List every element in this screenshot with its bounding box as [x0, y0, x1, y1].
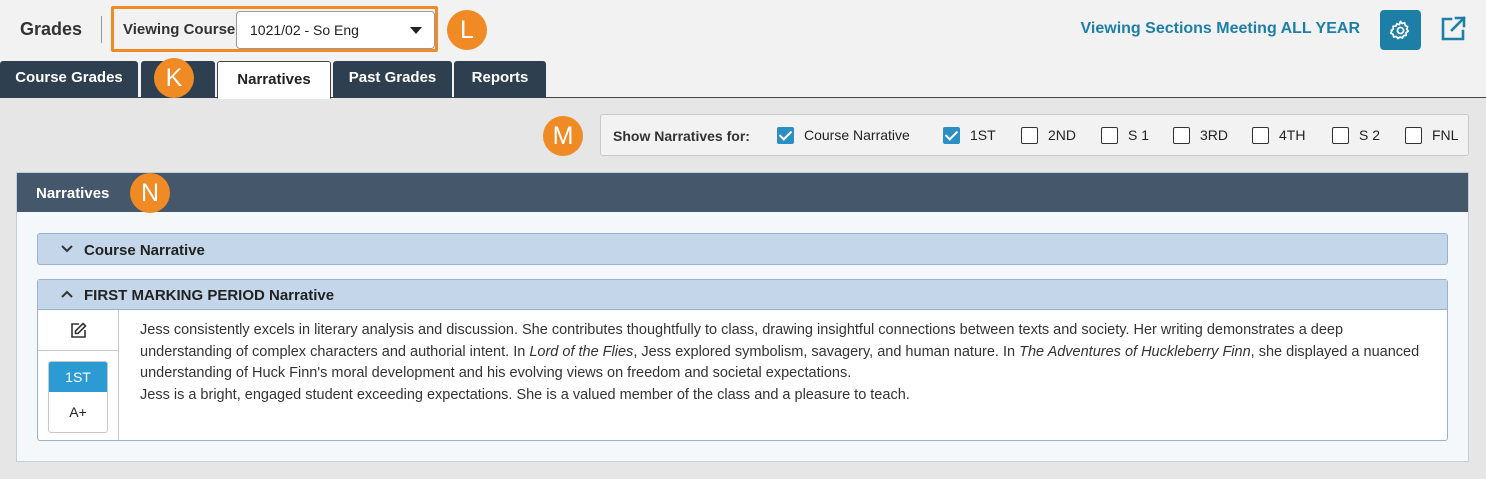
course-narrative-accordion[interactable]: Course Narrative — [37, 233, 1448, 265]
viewing-sections-link[interactable]: Viewing Sections Meeting ALL YEAR — [1081, 20, 1360, 38]
edit-icon[interactable] — [70, 322, 87, 339]
settings-button[interactable] — [1380, 10, 1421, 50]
grade-card: 1ST A+ — [48, 361, 108, 433]
checkbox-label-course-narrative: Course Narrative — [804, 127, 910, 143]
narrative-segment: Jess is a bright, engaged student exceed… — [140, 386, 910, 403]
callout-badge-n: N — [130, 173, 170, 213]
callout-badge-l: L — [447, 10, 487, 50]
narratives-panel-title: Narratives — [36, 185, 110, 202]
chevron-up-icon — [61, 290, 73, 298]
course-narrative-title: Course Narrative — [84, 242, 205, 259]
checkbox-label-fnl: FNL — [1432, 127, 1459, 143]
checkbox-course-narrative[interactable] — [777, 127, 794, 144]
tab-reports[interactable]: Reports — [454, 61, 546, 98]
checkbox-4th[interactable] — [1252, 127, 1269, 144]
course-select[interactable]: 1021/02 - So Eng — [236, 11, 435, 49]
checkbox-label-2nd: 2ND — [1048, 127, 1077, 143]
page-title: Grades — [20, 19, 83, 39]
tab-past-grades[interactable]: Past Grades — [333, 61, 452, 98]
callout-badge-k: K — [154, 58, 194, 98]
callout-badge-m: M — [543, 116, 583, 156]
marking-period-title: FIRST MARKING PERIOD Narrative — [84, 287, 335, 304]
book-title: Lord of the Flies — [529, 343, 634, 360]
viewing-course-label: Viewing Course — [123, 21, 236, 38]
viewing-course-highlight: Viewing Course 1021/02 - So Eng — [111, 6, 438, 52]
narrative-filter: Show Narratives for: Course Narrative 1S… — [600, 114, 1469, 156]
checkbox-s2[interactable] — [1332, 127, 1349, 144]
header-divider — [101, 16, 102, 43]
checkbox-label-4th: 4TH — [1279, 127, 1306, 143]
grade-term-badge: 1ST — [49, 362, 107, 392]
chevron-down-icon — [410, 27, 422, 34]
checkbox-fnl[interactable] — [1405, 127, 1422, 144]
tab-course-grades[interactable]: Course Grades — [0, 61, 138, 98]
narrative-text: Jess consistently excels in literary ana… — [140, 320, 1435, 406]
checkbox-1st[interactable] — [943, 127, 960, 144]
book-title: The Adventures of Huckleberry Finn — [1019, 343, 1251, 360]
grade-value: A+ — [69, 404, 87, 420]
sidebar-divider — [38, 350, 119, 351]
marking-period-header[interactable]: FIRST MARKING PERIOD Narrative — [38, 280, 1447, 310]
checkbox-label-1st: 1ST — [970, 127, 996, 143]
chevron-down-icon — [61, 245, 73, 253]
narrative-segment: , Jess explored symbolism, savagery, and… — [633, 343, 1020, 360]
pop-out-icon[interactable] — [1439, 15, 1467, 43]
checkbox-2nd[interactable] — [1021, 127, 1038, 144]
top-bar: Grades Viewing Course 1021/02 - So Eng L… — [0, 0, 1486, 60]
checkbox-3rd[interactable] — [1173, 127, 1190, 144]
grade-sidebar: 1ST A+ — [38, 310, 119, 440]
checkbox-label-s1: S 1 — [1128, 127, 1150, 143]
checkbox-label-s2: S 2 — [1359, 127, 1381, 143]
marking-period-accordion: FIRST MARKING PERIOD Narrative 1ST A+ Je… — [37, 279, 1448, 441]
checkbox-label-3rd: 3RD — [1200, 127, 1229, 143]
course-select-value: 1021/02 - So Eng — [250, 22, 359, 38]
filter-label: Show Narratives for: — [613, 128, 750, 144]
checkbox-s1[interactable] — [1101, 127, 1118, 144]
narratives-panel-header: Narratives — [17, 173, 1468, 212]
tab-narratives[interactable]: Narratives — [217, 61, 331, 99]
tab-bar: Course Grades Narratives Past Grades Rep… — [0, 60, 1486, 99]
gear-icon — [1389, 20, 1410, 40]
